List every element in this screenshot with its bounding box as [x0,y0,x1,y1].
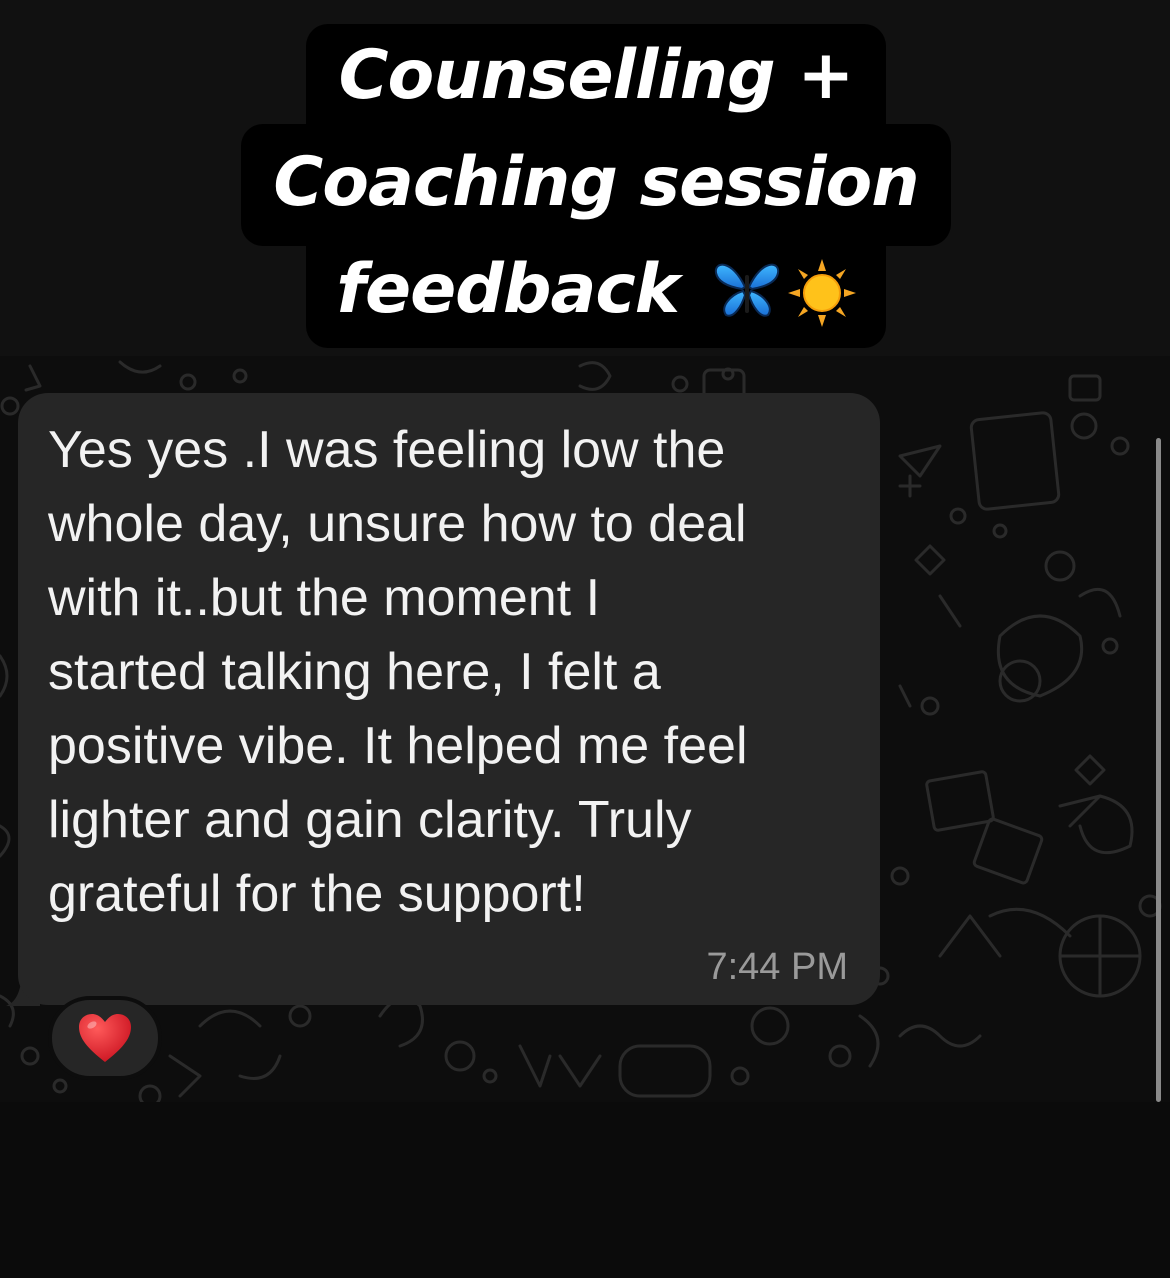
message-line: with it..but the moment I [48,569,601,627]
message-line: lighter and gain clarity. Truly [48,791,692,849]
message-text: Yes yes .I was feeling low the whole day,… [48,413,858,931]
scrollbar[interactable] [1156,438,1161,1102]
title-line-1: Counselling + [306,24,886,128]
message-timestamp: 7:44 PM [706,946,848,988]
message-line: started talking here, I felt a [48,643,661,701]
butterfly-icon [714,264,779,318]
title-emojis [712,259,856,328]
bottom-band [0,1102,1170,1278]
title-text-1: Counselling + [338,36,855,115]
message-line: Yes yes .I was feeling low the [48,421,726,479]
reaction-badge[interactable] [48,996,162,1080]
message-line: whole day, unsure how to deal [48,495,747,553]
red-heart-icon [79,1014,131,1062]
title-text-2: Coaching session [273,143,919,222]
message-line: positive vibe. It helped me feel [48,717,748,775]
title-text-3: feedback [336,250,680,329]
message-line: grateful for the support! [48,865,586,923]
title-line-2: Coaching session [241,124,951,246]
title-line-3: feedback [306,242,886,348]
sun-icon [787,259,856,328]
